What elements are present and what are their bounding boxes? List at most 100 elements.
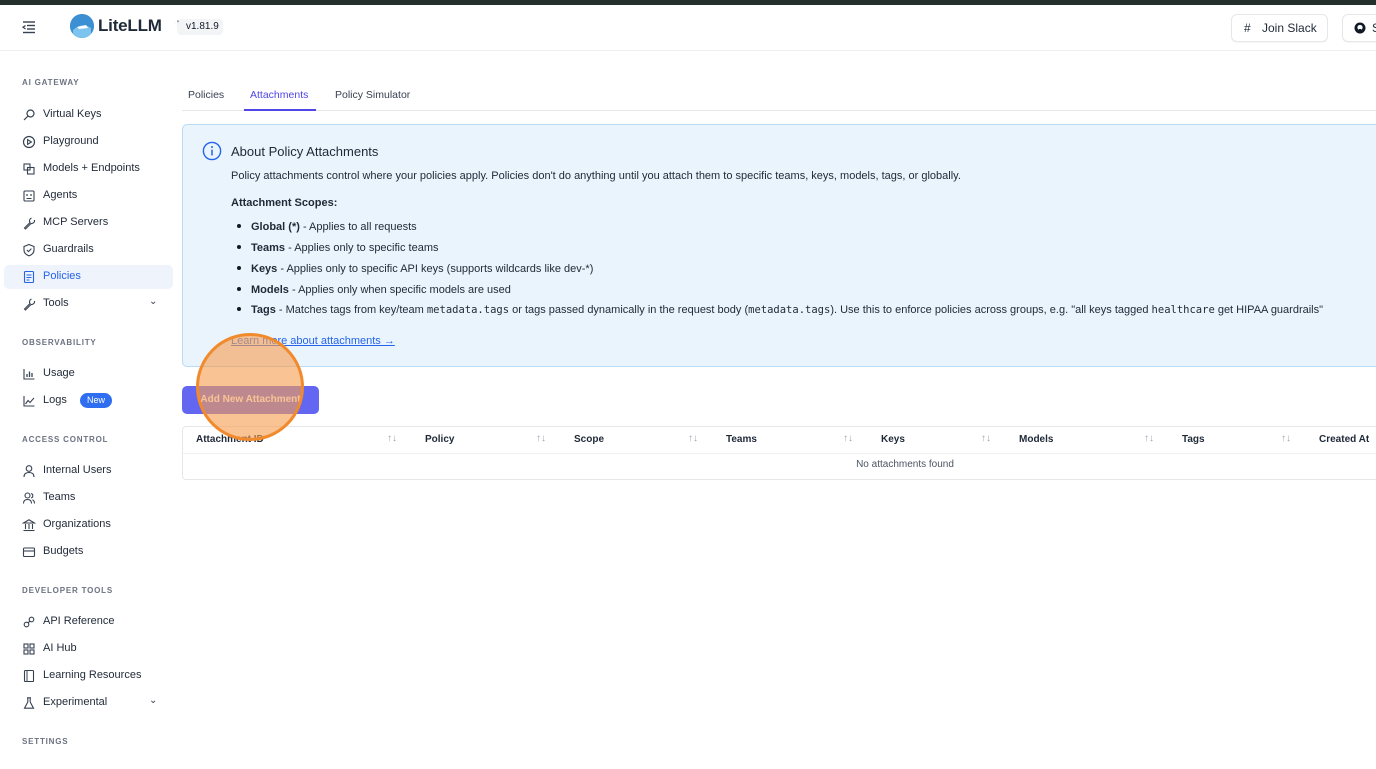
sidebar-item-playground[interactable]: Playground (4, 130, 173, 154)
column-header-created-at[interactable]: Created At (1319, 434, 1369, 445)
scope-name: Teams (251, 242, 286, 254)
sidebar-item-label: Guardrails (43, 243, 94, 255)
sidebar-item-label: Tools (43, 297, 69, 309)
column-header-attachment-id[interactable]: Attachment ID (196, 434, 264, 445)
api-icon (23, 616, 35, 628)
chevron-down-icon[interactable]: ⌄ (149, 695, 157, 706)
scope-text: - Applies to all requests (299, 221, 417, 233)
litellm-logo-icon (70, 14, 94, 38)
sidebar-item-label: Logs (43, 394, 67, 406)
column-header-tags[interactable]: Tags (1182, 434, 1205, 445)
scope-item-models: Models - Applies only when specific mode… (237, 284, 511, 296)
version-badge: ◔ v1.81.9 (174, 17, 223, 35)
section-title-ai-gateway: AI GATEWAY (22, 78, 80, 87)
user-icon (23, 465, 35, 478)
sidebar-item-logs[interactable]: Logs New (4, 389, 173, 413)
sidebar-item-internal-users[interactable]: Internal Users (4, 459, 173, 483)
sidebar-item-label: Agents (43, 189, 78, 201)
sort-icon[interactable]: ↑↓ (1281, 433, 1291, 444)
menu-toggle-icon[interactable] (20, 18, 38, 36)
scope-name: Models (251, 284, 289, 296)
empty-table-message: No attachments found (856, 459, 954, 470)
github-label: S (1372, 15, 1376, 41)
active-tab-indicator (244, 109, 316, 111)
sidebar: AI GATEWAY Virtual Keys Playground Model… (0, 51, 180, 769)
tag-icon: ◔ (174, 17, 181, 28)
column-header-teams[interactable]: Teams (726, 434, 757, 445)
book-icon (23, 669, 35, 683)
section-title-developer-tools: DEVELOPER TOOLS (22, 586, 113, 595)
sort-icon[interactable]: ↑↓ (1144, 433, 1154, 444)
column-header-keys[interactable]: Keys (881, 434, 905, 445)
key-icon (23, 109, 35, 121)
app-title: LiteLLM (98, 16, 162, 35)
wrench-icon (23, 298, 36, 311)
sort-icon[interactable]: ↑↓ (688, 433, 698, 444)
scopes-title: Attachment Scopes: (231, 197, 338, 209)
sidebar-item-label: Playground (43, 135, 99, 147)
scope-item-teams: Teams - Applies only to specific teams (237, 242, 439, 254)
learn-more-link[interactable]: Learn more about attachments → (231, 335, 395, 347)
attachments-table: Attachment ID ↑↓ Policy ↑↓ Scope ↑↓ Team… (182, 426, 1376, 480)
credit-card-icon (22, 547, 36, 558)
sidebar-item-tools[interactable]: Tools ⌄ (4, 292, 173, 316)
sidebar-item-label: API Reference (43, 615, 115, 627)
column-header-models[interactable]: Models (1019, 434, 1053, 445)
robot-icon (23, 190, 35, 202)
sort-icon[interactable]: ↑↓ (387, 433, 397, 444)
tab-policies[interactable]: Policies (188, 89, 224, 101)
tab-attachments[interactable]: Attachments (250, 89, 308, 101)
play-circle-icon (22, 135, 36, 149)
flask-icon (23, 697, 35, 709)
policy-tabs: Policies Attachments Policy Simulator (182, 80, 1376, 111)
scope-text: - Applies only to specific API keys (sup… (277, 263, 594, 275)
code-snippet: healthcare (1151, 304, 1215, 316)
line-chart-icon (23, 396, 35, 407)
column-header-scope[interactable]: Scope (574, 434, 604, 445)
sort-icon[interactable]: ↑↓ (536, 433, 546, 444)
sidebar-item-budgets[interactable]: Budgets (4, 540, 173, 564)
new-badge: New (80, 393, 113, 408)
version-label: v1.81.9 (186, 21, 219, 32)
sidebar-item-usage[interactable]: Usage (4, 362, 173, 386)
add-new-attachment-button[interactable]: Add New Attachment (182, 386, 319, 414)
sidebar-item-experimental[interactable]: Experimental ⌄ (4, 691, 173, 715)
scope-name: Keys (251, 263, 278, 275)
sidebar-item-label: Internal Users (43, 464, 112, 476)
sidebar-item-label: Teams (43, 491, 76, 503)
sidebar-item-learning-resources[interactable]: Learning Resources (4, 664, 173, 688)
sidebar-item-teams[interactable]: Teams (4, 486, 173, 510)
chevron-down-icon[interactable]: ⌄ (149, 296, 157, 307)
sidebar-item-models-endpoints[interactable]: Models + Endpoints (4, 157, 173, 181)
sidebar-item-policies[interactable]: Policies (4, 265, 173, 289)
sidebar-item-api-reference[interactable]: API Reference (4, 610, 173, 634)
scope-item-keys: Keys - Applies only to specific API keys… (237, 263, 593, 275)
column-header-policy[interactable]: Policy (425, 434, 454, 445)
sidebar-item-label: Policies (43, 270, 81, 282)
sidebar-item-virtual-keys[interactable]: Virtual Keys (4, 103, 173, 127)
sidebar-item-label: Learning Resources (43, 669, 142, 681)
sidebar-item-label: Virtual Keys (43, 108, 102, 120)
tool-icon (23, 217, 36, 230)
sort-icon[interactable]: ↑↓ (981, 433, 991, 444)
sort-icon[interactable]: ↑↓ (843, 433, 853, 444)
scope-text: get HIPAA guardrails" (1214, 304, 1324, 316)
sidebar-item-ai-hub[interactable]: AI Hub (4, 637, 173, 661)
scope-item-tags: Tags - Matches tags from key/team metada… (237, 304, 1323, 316)
sidebar-item-mcp-servers[interactable]: MCP Servers (4, 211, 173, 235)
scope-text: ). Use this to enforce policies across g… (830, 304, 1152, 316)
sidebar-item-organizations[interactable]: Organizations (4, 513, 173, 537)
bar-chart-icon (23, 369, 35, 380)
tab-policy-simulator[interactable]: Policy Simulator (335, 89, 410, 101)
policy-icon (23, 270, 35, 284)
section-title-observability: OBSERVABILITY (22, 338, 97, 347)
join-slack-button[interactable]: # Join Slack (1231, 14, 1328, 42)
sidebar-item-label: Organizations (43, 518, 111, 530)
sidebar-item-agents[interactable]: Agents (4, 184, 173, 208)
scope-name: Tags (251, 304, 276, 316)
scope-text: or tags passed dynamically in the reques… (509, 304, 749, 316)
sidebar-item-guardrails[interactable]: Guardrails (4, 238, 173, 262)
github-button[interactable]: S (1342, 14, 1376, 42)
header-divider (183, 453, 1376, 454)
shield-icon (23, 243, 35, 257)
